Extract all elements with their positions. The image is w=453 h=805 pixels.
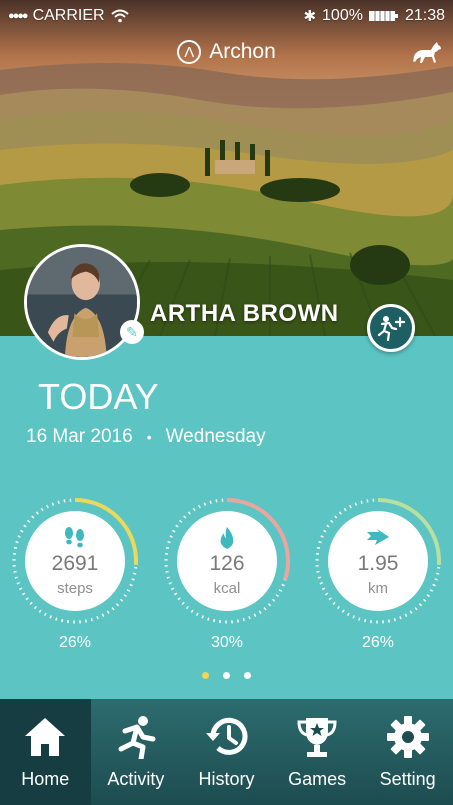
trophy-icon — [296, 713, 338, 761]
date-separator: • — [146, 429, 152, 445]
horse-icon[interactable] — [411, 40, 443, 66]
add-runner-icon — [377, 316, 406, 341]
arrow-icon — [365, 526, 391, 550]
page-indicator[interactable] — [0, 672, 453, 679]
distance-value: 1.95 — [357, 551, 399, 575]
page-dot[interactable] — [223, 672, 230, 679]
page-dot[interactable] — [202, 672, 209, 679]
signal-icon: ●●●● — [8, 10, 29, 22]
gear-icon — [386, 713, 430, 761]
tab-setting-label: Setting — [379, 769, 436, 789]
date-row: 16 Mar 2016 • Wednesday — [26, 426, 266, 448]
archon-logo-icon: Λ — [177, 40, 202, 64]
distance-stat-body: 1.95 km — [328, 511, 428, 611]
calories-unit: kcal — [213, 579, 241, 597]
date-label: 16 Mar 2016 — [26, 426, 133, 447]
calories-stat-body: 126 kcal — [177, 511, 277, 611]
edit-avatar-button[interactable]: ✎ — [120, 320, 144, 344]
tab-setting[interactable]: Setting — [362, 699, 453, 805]
tab-home-label: Home — [21, 769, 70, 789]
flame-icon — [218, 526, 236, 550]
wifi-icon — [110, 9, 129, 23]
tab-activity[interactable]: Activity — [91, 699, 182, 805]
steps-unit: steps — [57, 579, 93, 597]
calories-percent: 30% — [210, 634, 244, 651]
avatar[interactable] — [24, 244, 140, 360]
battery-icon — [368, 11, 398, 21]
tab-history-label: History — [198, 769, 255, 789]
bluetooth-icon: ✱ — [303, 8, 317, 25]
user-name: ARTHA BROWN — [150, 300, 339, 327]
footprints-icon — [62, 526, 88, 550]
steps-stat-body: 2691 steps — [25, 511, 125, 611]
app-name: Archon — [209, 40, 276, 63]
distance-percent: 26% — [361, 634, 395, 651]
calories-stat[interactable]: 126 kcal — [160, 494, 294, 628]
steps-stat[interactable]: 2691 steps — [8, 494, 142, 628]
tab-bar: Home Activity History Games Setting — [0, 699, 453, 805]
tab-activity-label: Activity — [107, 769, 165, 789]
weekday-label: Wednesday — [165, 426, 266, 447]
status-bar: ●●●● CARRIER ✱ 100% 21:38 — [0, 0, 453, 32]
pencil-icon: ✎ — [126, 323, 138, 340]
add-friend-button[interactable] — [367, 304, 415, 352]
clock: 21:38 — [404, 7, 445, 24]
tab-history[interactable]: History — [181, 699, 272, 805]
runner-icon — [113, 713, 159, 761]
battery-percent: 100% — [322, 7, 363, 24]
home-icon — [23, 713, 67, 761]
steps-value: 2691 — [51, 551, 99, 575]
app-logo: Λ Archon — [0, 40, 453, 64]
steps-percent: 26% — [58, 634, 92, 651]
calories-value: 126 — [209, 551, 245, 575]
tab-games-label: Games — [288, 769, 347, 789]
avatar-photo — [27, 247, 137, 357]
distance-stat[interactable]: 1.95 km — [311, 494, 445, 628]
today-title: TODAY — [38, 376, 159, 417]
tab-home[interactable]: Home — [0, 699, 91, 805]
page-dot[interactable] — [244, 672, 251, 679]
history-icon — [203, 713, 249, 761]
carrier-label: CARRIER — [32, 7, 105, 24]
tab-games[interactable]: Games — [272, 699, 363, 805]
distance-unit: km — [368, 579, 388, 597]
